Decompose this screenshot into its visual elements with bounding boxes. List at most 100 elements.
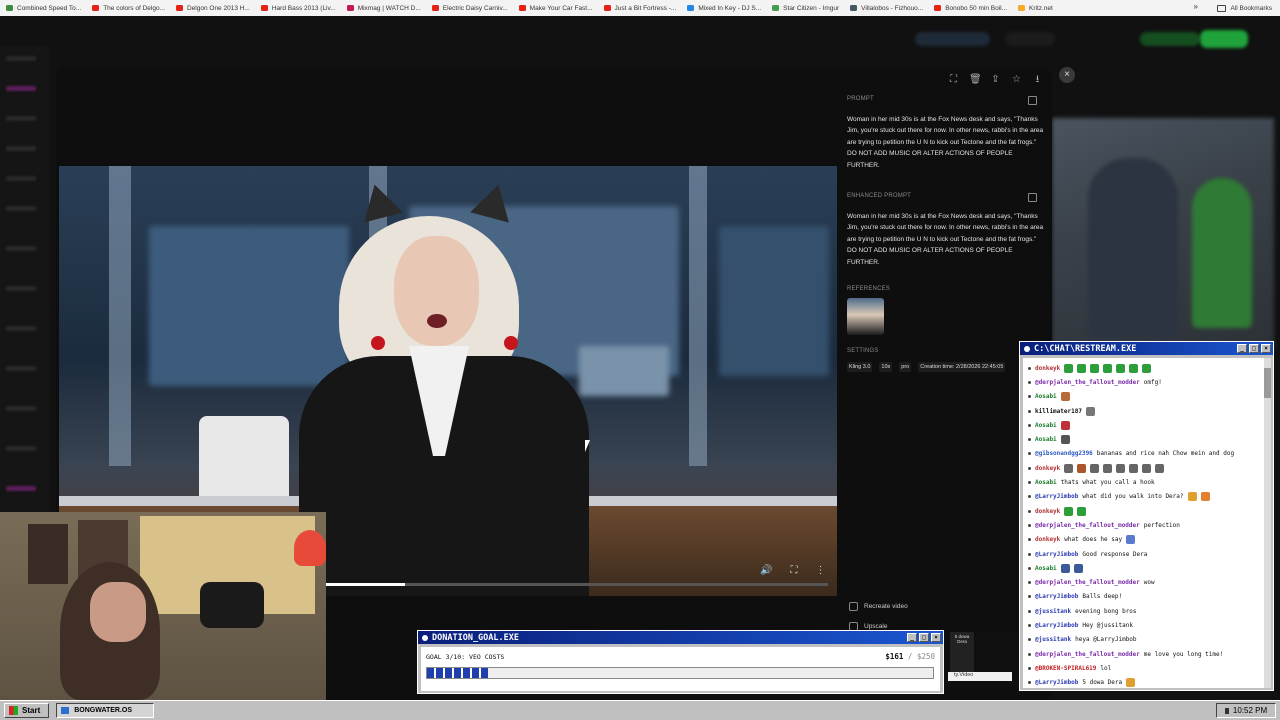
chat-username[interactable]: @derpjalen_the_fallout_modder (1035, 379, 1140, 386)
start-button[interactable]: Start (4, 703, 50, 718)
speaker-icon[interactable] (1224, 707, 1229, 714)
donation-progress-bar (426, 667, 934, 679)
chat-username[interactable]: @jussitank (1035, 636, 1071, 643)
start-label: Start (22, 706, 41, 715)
bookmark-item[interactable]: Bonobo 50 min Boil... (934, 5, 1007, 12)
emote-icon (1142, 463, 1152, 473)
chat-username[interactable]: @LarryJimbob (1035, 493, 1078, 500)
chat-text: wow (1143, 579, 1155, 587)
chat-username[interactable]: killimater187 (1035, 408, 1082, 415)
bookmark-item[interactable]: Star Citizen - Imgur (772, 5, 839, 12)
share-icon[interactable]: ⇪ (990, 74, 1001, 85)
chat-username[interactable]: @BROKEN-SPIRAL619 (1035, 665, 1096, 672)
donation-close-button[interactable]: × (931, 633, 941, 642)
close-modal-button[interactable]: × (1059, 67, 1075, 83)
chat-scrollbar[interactable] (1264, 358, 1271, 688)
bookmark-item[interactable]: Hard Bass 2013 (Liv... (260, 5, 336, 12)
chat-bullet-icon (1028, 466, 1031, 470)
bookmark-label: Make Your Car Fast... (529, 4, 593, 12)
donation-maximize-button[interactable]: □ (919, 633, 929, 642)
bookmark-item[interactable]: Mixmag | WATCH D... (346, 5, 421, 12)
chat-username[interactable]: Aosabi (1035, 422, 1057, 429)
chat-bullet-icon (1028, 423, 1031, 427)
chat-text: omfg! (1143, 378, 1162, 386)
chat-username[interactable]: @LarryJimbob (1035, 551, 1078, 558)
trash-icon[interactable]: 🗑 (969, 74, 982, 85)
bookmark-item[interactable]: Delgon One 2013 H... (175, 5, 250, 12)
bookmark-item[interactable]: Kritz.net (1018, 5, 1053, 12)
chat-username[interactable]: Aosabi (1035, 565, 1057, 572)
taskbar-item-bongwater[interactable]: BONGWATER.OS (56, 703, 155, 718)
bookmark-favicon-icon (934, 5, 942, 11)
more-options-icon[interactable]: ⋮ (815, 565, 825, 576)
copy-enhanced-prompt-icon[interactable] (1028, 193, 1037, 203)
chat-message: @LarryJimbob Balls deep! (1028, 590, 1266, 604)
side-mini-card: 5 dowa Dera (950, 632, 974, 672)
download-icon[interactable]: ⭳ (1032, 74, 1043, 85)
bookmark-item[interactable]: The colors of Delgo... (92, 5, 165, 12)
chat-close-button[interactable]: × (1261, 344, 1271, 353)
chat-username[interactable]: @gibsonandgg2396 (1035, 450, 1093, 457)
star-icon[interactable]: ☆ (1011, 74, 1022, 85)
chat-bullet-icon (1028, 552, 1031, 556)
chat-titlebar[interactable]: C:\CHAT\RESTREAM.EXE _ □ × (1020, 342, 1273, 355)
bookmark-item[interactable]: Just a Bit Fortress -... (603, 5, 676, 12)
reference-thumbnail[interactable] (847, 298, 884, 336)
donation-minimize-button[interactable]: _ (907, 633, 917, 642)
donation-target: $250 (916, 652, 935, 661)
chat-username[interactable]: @derpjalen_the_fallout_modder (1035, 651, 1140, 658)
video-scrubber[interactable] (325, 583, 828, 586)
emote-icon (1064, 363, 1074, 373)
bookmark-label: Kritz.net (1029, 4, 1053, 12)
chat-username[interactable]: donkeyk (1035, 365, 1060, 372)
bookmark-item[interactable]: Villalobos - Fizhouo... (850, 5, 923, 12)
bookmark-item[interactable]: Mixed In Key - DJ S... (687, 5, 761, 12)
bookmark-item[interactable]: Make Your Car Fast... (518, 4, 593, 12)
donation-goal-window: DONATION_GOAL.EXE _ □ × GOAL 3/10: VEO C… (417, 630, 944, 694)
microphone (200, 582, 264, 628)
chat-text: heya @LarryJimbob (1075, 636, 1137, 644)
bookmark-item[interactable]: Combined Speed To... (6, 5, 81, 12)
chat-username[interactable]: @jussitank (1035, 608, 1071, 615)
donation-side-panel: 5 dowa Dera ty.Video (946, 630, 1018, 694)
chat-maximize-button[interactable]: □ (1249, 344, 1259, 353)
chat-message: donkeyk (1028, 504, 1266, 518)
recreate-video-button[interactable]: Recreate video (849, 602, 908, 611)
copy-prompt-icon[interactable] (1028, 96, 1037, 105)
volume-icon[interactable]: 🔊 (760, 565, 772, 576)
chat-bullet-icon (1028, 681, 1031, 685)
chat-message: @LarryJimbob Hey @jussitank (1028, 618, 1266, 632)
emote-icon (1077, 463, 1087, 473)
chat-bullet-icon (1028, 380, 1031, 384)
chat-username[interactable]: @LarryJimbob (1035, 593, 1078, 600)
chat-minimize-button[interactable]: _ (1237, 344, 1247, 353)
emote-icon (1085, 406, 1095, 416)
clock: 10:52 PM (1232, 706, 1268, 715)
settings-row: Kling 3.0 10s pro Creation time: 2/28/20… (847, 362, 1047, 373)
chat-username[interactable]: @derpjalen_the_fallout_modder (1035, 579, 1140, 586)
bookmarks-overflow-button[interactable]: » (1194, 2, 1198, 11)
chat-username[interactable]: Aosabi (1035, 393, 1057, 400)
chat-bullet-icon (1028, 638, 1031, 642)
chat-username[interactable]: donkeyk (1035, 465, 1060, 472)
chat-message: @derpjalen_the_fallout_modder perfection (1028, 518, 1266, 532)
donation-titlebar[interactable]: DONATION_GOAL.EXE _ □ × (418, 631, 943, 644)
chat-text: Balls deep! (1082, 593, 1123, 601)
emote-icon (1064, 506, 1074, 516)
chat-username[interactable]: @LarryJimbob (1035, 622, 1078, 629)
news-anchor (299, 179, 599, 596)
chat-username[interactable]: donkeyk (1035, 536, 1060, 543)
background-thumbnail (1052, 118, 1274, 350)
bookmark-item[interactable]: Electric Daisy Carniv... (431, 5, 508, 12)
chat-username[interactable]: @derpjalen_the_fallout_modder (1035, 522, 1140, 529)
emote-icon (1116, 463, 1126, 473)
chat-username[interactable]: @LarryJimbob (1035, 679, 1078, 686)
chat-username[interactable]: donkeyk (1035, 508, 1060, 515)
chat-window: C:\CHAT\RESTREAM.EXE _ □ × donkeyk @derpj… (1019, 341, 1274, 691)
chat-bullet-icon (1028, 623, 1031, 627)
chat-username[interactable]: Aosabi (1035, 479, 1057, 486)
chat-username[interactable]: Aosabi (1035, 436, 1057, 443)
expand-icon[interactable]: ⛶ (948, 74, 959, 85)
fullscreen-icon[interactable]: ⛶ (790, 565, 797, 576)
all-bookmarks-button[interactable]: All Bookmarks (1211, 0, 1272, 16)
